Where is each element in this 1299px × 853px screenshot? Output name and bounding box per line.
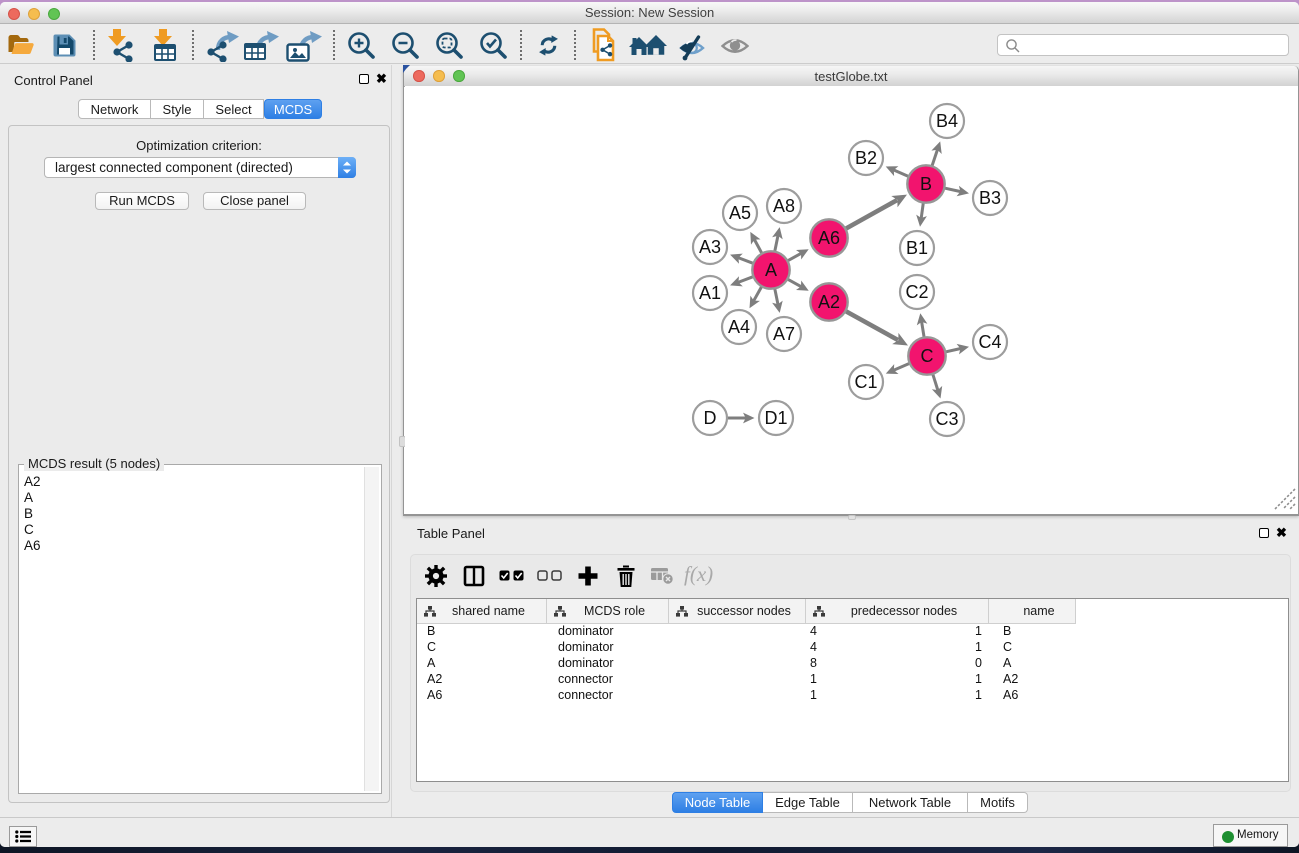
svg-text:A2: A2 <box>817 292 839 312</box>
svg-text:A3: A3 <box>698 237 720 257</box>
svg-text:B3: B3 <box>978 188 1000 208</box>
svg-text:B: B <box>919 174 931 194</box>
svg-text:A8: A8 <box>772 196 794 216</box>
svg-text:A5: A5 <box>728 203 750 223</box>
svg-text:A6: A6 <box>817 228 839 248</box>
svg-text:A: A <box>764 260 776 280</box>
svg-text:B1: B1 <box>905 238 927 258</box>
svg-text:C4: C4 <box>978 332 1001 352</box>
svg-text:B2: B2 <box>854 148 876 168</box>
svg-text:D1: D1 <box>764 408 787 428</box>
svg-text:C3: C3 <box>935 409 958 429</box>
svg-text:D: D <box>703 408 716 428</box>
svg-text:C2: C2 <box>905 282 928 302</box>
svg-text:C1: C1 <box>854 372 877 392</box>
svg-text:A4: A4 <box>727 317 749 337</box>
svg-text:A7: A7 <box>772 324 794 344</box>
svg-text:A1: A1 <box>698 283 720 303</box>
svg-text:C: C <box>920 346 933 366</box>
svg-text:B4: B4 <box>935 111 957 131</box>
